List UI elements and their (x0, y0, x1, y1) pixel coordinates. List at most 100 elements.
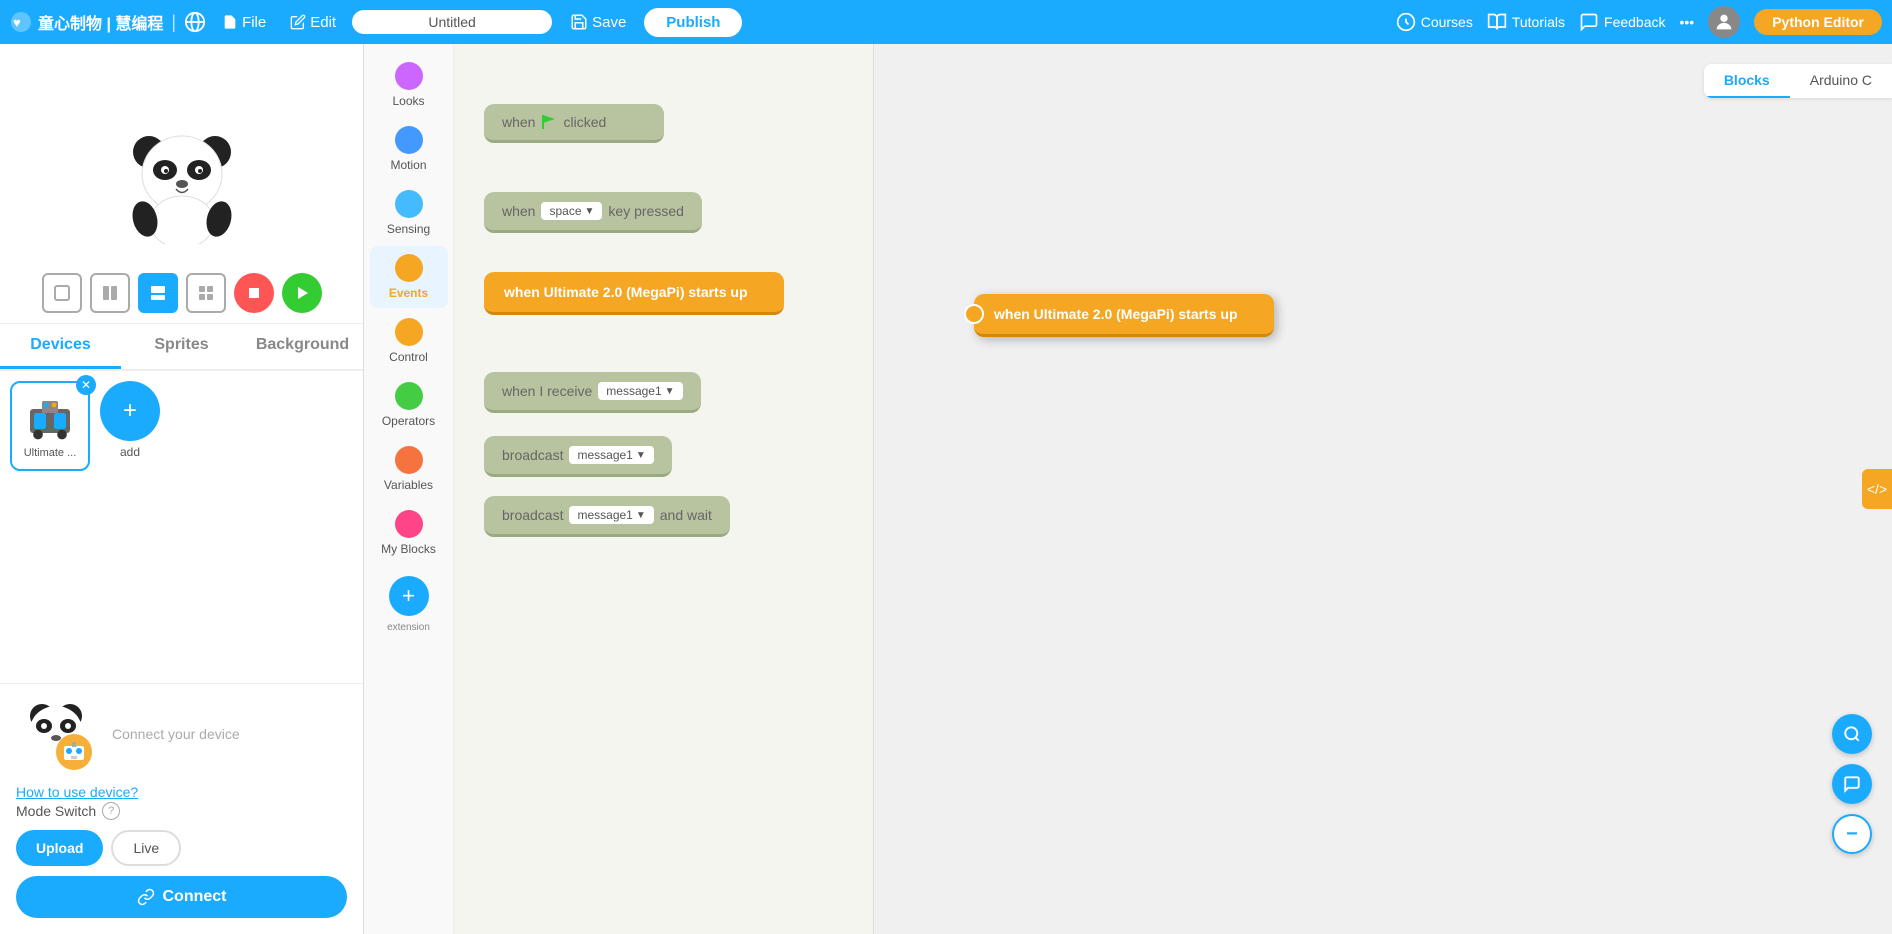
publish-button[interactable]: Publish (644, 8, 742, 37)
live-label: Live (133, 840, 159, 856)
canvas-area[interactable]: when Ultimate 2.0 (MegaPi) starts up Blo… (874, 44, 1892, 934)
feedback-link[interactable]: Feedback (1579, 12, 1665, 32)
how-to-link[interactable]: How to use device? (16, 784, 347, 802)
nav-right: Courses Tutorials Feedback ••• Python Ed… (1396, 6, 1882, 38)
receive-dropdown[interactable]: message1 ▼ (598, 382, 682, 400)
sprite-info-area: Connect your device (16, 694, 347, 774)
zoom-out-button[interactable]: − (1832, 814, 1872, 854)
operators-dot (395, 382, 423, 410)
category-motion[interactable]: Motion (370, 118, 448, 180)
broadcast-dropdown[interactable]: message1 ▼ (569, 446, 653, 464)
block-broadcast-wait[interactable]: broadcast message1 ▼ and wait (484, 496, 730, 537)
sprite-thumb-icon (16, 694, 96, 774)
panda-sprite (127, 124, 237, 244)
connect-btn-label: Connect (163, 888, 227, 906)
how-to-use-link[interactable]: How to use device? (16, 784, 138, 800)
key-dropdown[interactable]: space ▼ (541, 202, 602, 220)
search-tool-button[interactable] (1832, 714, 1872, 754)
tab-arduino[interactable]: Arduino C (1790, 64, 1892, 98)
broadcast-wait-dropdown[interactable]: message1 ▼ (569, 506, 653, 524)
block-when-key[interactable]: when space ▼ key pressed (484, 192, 702, 233)
devices-content: ✕ Ultimate ... (0, 371, 363, 934)
tutorials-label: Tutorials (1512, 14, 1565, 30)
block-when-receive[interactable]: when I receive message1 ▼ (484, 372, 701, 413)
connect-button[interactable]: Connect (16, 876, 347, 918)
courses-link[interactable]: Courses (1396, 12, 1473, 32)
extension-label: extension (387, 622, 430, 633)
add-device-label: add (120, 445, 140, 459)
mode-switch-row: Mode Switch ? (16, 802, 347, 820)
control-dot (395, 318, 423, 346)
upload-button[interactable]: Upload (16, 830, 103, 866)
sensing-dot (395, 190, 423, 218)
collapse-code-button[interactable]: </> (1862, 469, 1892, 509)
looks-dot (395, 62, 423, 90)
comment-tool-button[interactable] (1832, 764, 1872, 804)
motion-dot (395, 126, 423, 154)
tab-background[interactable]: Background (242, 324, 363, 369)
user-avatar[interactable] (1708, 6, 1740, 38)
category-operators[interactable]: Operators (370, 374, 448, 436)
courses-label: Courses (1421, 14, 1473, 30)
events-label: Events (389, 286, 428, 300)
script-area[interactable]: when clicked when space ▼ key pressed wh (454, 44, 874, 934)
tutorials-link[interactable]: Tutorials (1487, 12, 1565, 32)
block-when-flag-text: when (502, 114, 535, 130)
block-when-ultimate[interactable]: when Ultimate 2.0 (MegaPi) starts up (484, 272, 784, 315)
broadcast-wait-text1: broadcast (502, 507, 563, 523)
extension-button[interactable]: + (389, 576, 429, 616)
block-when-flag[interactable]: when clicked (484, 104, 664, 143)
comment-icon (1843, 775, 1861, 793)
device-list: ✕ Ultimate ... (0, 371, 363, 683)
category-events[interactable]: Events (370, 246, 448, 308)
file-menu[interactable]: File (214, 10, 274, 35)
go-button[interactable] (282, 273, 322, 313)
motion-label: Motion (390, 158, 426, 172)
svg-text:♥: ♥ (13, 15, 21, 30)
save-button[interactable]: Save (560, 9, 636, 35)
courses-icon (1396, 12, 1416, 32)
tutorials-icon (1487, 12, 1507, 32)
python-editor-button[interactable]: Python Editor (1754, 9, 1882, 35)
tab-arduino-label: Arduino C (1810, 72, 1872, 88)
tab-devices[interactable]: Devices (0, 324, 121, 369)
tab-sprites[interactable]: Sprites (121, 324, 242, 369)
broadcast-text: broadcast (502, 447, 563, 463)
variables-dot (395, 446, 423, 474)
tab-sprites-label: Sprites (154, 336, 208, 353)
remove-device-button[interactable]: ✕ (76, 375, 96, 395)
device-item-ultimate[interactable]: ✕ Ultimate ... (10, 381, 90, 471)
layout-single-button[interactable] (42, 273, 82, 313)
save-icon (570, 13, 588, 31)
category-looks[interactable]: Looks (370, 54, 448, 116)
live-button[interactable]: Live (111, 830, 181, 866)
category-variables[interactable]: Variables (370, 438, 448, 500)
blocks-panel: Looks Motion Sensing Events Control Oper… (364, 44, 454, 934)
add-device-button[interactable]: + (100, 381, 160, 441)
canvas-dragging-block[interactable]: when Ultimate 2.0 (MegaPi) starts up (974, 294, 1274, 337)
left-panel: Devices Sprites Background ✕ (0, 44, 364, 934)
brand-icon: ♥ (10, 11, 32, 33)
mode-switch-info[interactable]: ? (102, 802, 120, 820)
category-control[interactable]: Control (370, 310, 448, 372)
sprite-controls (42, 273, 322, 313)
block-clicked-text: clicked (563, 114, 606, 130)
project-title-input[interactable] (352, 10, 552, 34)
file-label: File (242, 14, 266, 31)
tab-blocks[interactable]: Blocks (1704, 64, 1790, 98)
mode-switch-label: Mode Switch (16, 803, 96, 819)
category-sensing[interactable]: Sensing (370, 182, 448, 244)
layout-full-button[interactable] (138, 273, 178, 313)
more-menu[interactable]: ••• (1680, 14, 1695, 30)
edit-menu[interactable]: Edit (282, 10, 344, 35)
stop-button[interactable] (234, 273, 274, 313)
globe-icon[interactable] (184, 11, 206, 33)
category-myblocks[interactable]: My Blocks (370, 502, 448, 564)
connect-info-text: Connect your device (112, 726, 240, 742)
canvas-tools: − (1832, 714, 1872, 854)
block-broadcast[interactable]: broadcast message1 ▼ (484, 436, 672, 477)
key-pressed-text: key pressed (608, 203, 683, 219)
layout-grid-button[interactable] (186, 273, 226, 313)
top-navigation: ♥ 童心制物 | 慧编程 | File Edit Save Publish Co… (0, 0, 1892, 44)
layout-split-button[interactable] (90, 273, 130, 313)
